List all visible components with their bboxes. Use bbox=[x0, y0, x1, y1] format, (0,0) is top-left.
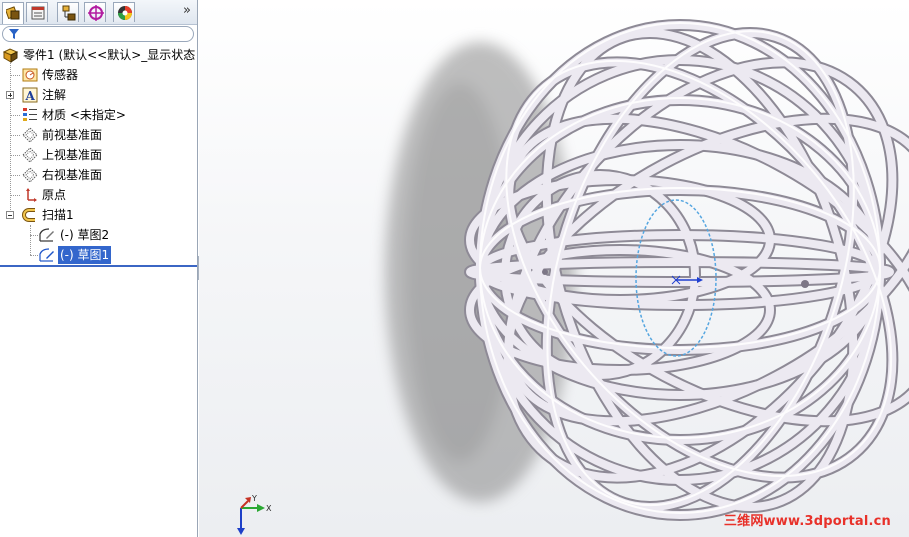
tree-connector bbox=[10, 195, 20, 196]
configuration-manager-tab[interactable] bbox=[57, 2, 79, 22]
tree-connector bbox=[10, 75, 20, 76]
sweep-icon bbox=[22, 208, 35, 222]
display-manager-tab[interactable] bbox=[113, 2, 135, 22]
tree-item-label: 扫描1 bbox=[42, 208, 74, 222]
view-triad[interactable]: Y X bbox=[235, 494, 275, 536]
annotations-icon: A bbox=[22, 87, 38, 103]
tree-root-label: 零件1 (默认<<默认>_显示状态 bbox=[23, 48, 196, 62]
more-tabs-button[interactable]: » bbox=[183, 3, 191, 18]
graphics-area[interactable]: Y X 三维网www.3dportal.cn bbox=[199, 0, 909, 537]
property-manager-tab[interactable] bbox=[26, 2, 48, 22]
watermark-text: 三维网www.3dportal.cn bbox=[723, 514, 891, 529]
tree-connector bbox=[10, 155, 20, 156]
triad-y-label: Y bbox=[251, 494, 257, 503]
origin-icon bbox=[26, 188, 37, 202]
sweep-pole-point bbox=[801, 280, 809, 288]
sketch-icon bbox=[39, 228, 54, 242]
manager-tab-bar: » bbox=[0, 0, 197, 25]
plane-icon bbox=[22, 147, 38, 163]
triad-x-label: X bbox=[266, 504, 272, 513]
model-view bbox=[385, 19, 909, 521]
sweep-pole-point bbox=[542, 269, 548, 275]
feature-manager-tab[interactable] bbox=[2, 2, 24, 24]
sketch-icon bbox=[39, 248, 54, 262]
tree-connector bbox=[10, 63, 11, 216]
plane-icon bbox=[22, 127, 38, 143]
tree-connector bbox=[30, 235, 38, 236]
expand-toggle[interactable] bbox=[6, 91, 14, 99]
tree-item-label: 注解 bbox=[42, 88, 67, 102]
property-manager-icon bbox=[31, 6, 45, 20]
configuration-icon bbox=[62, 5, 76, 21]
feature-tree-icon bbox=[6, 6, 20, 20]
plane-icon bbox=[22, 167, 38, 183]
collapse-toggle[interactable] bbox=[6, 211, 14, 219]
material-icon bbox=[23, 108, 37, 121]
tree-connector bbox=[10, 135, 20, 136]
tree-connector bbox=[30, 225, 31, 255]
dimxpert-icon bbox=[88, 5, 104, 21]
tree-item-label: 传感器 bbox=[42, 68, 79, 82]
filter-icon bbox=[9, 29, 19, 39]
tree-item-label-selected: (-) 草图1 bbox=[58, 246, 112, 264]
dimxpert-manager-tab[interactable] bbox=[84, 2, 106, 22]
tree-connector bbox=[10, 175, 20, 176]
tree-connector bbox=[30, 255, 38, 256]
tree-item-label: 原点 bbox=[42, 188, 67, 202]
tree-item-label: 前视基准面 bbox=[42, 128, 103, 142]
tree-item-label: (-) 草图2 bbox=[60, 228, 110, 242]
tree-item-label: 材质 <未指定> bbox=[42, 108, 126, 122]
display-manager-icon bbox=[118, 6, 132, 20]
tree-connector bbox=[10, 115, 20, 116]
sensor-icon bbox=[22, 68, 38, 82]
part-icon bbox=[3, 48, 19, 63]
tree-filter-input[interactable] bbox=[2, 26, 194, 42]
tree-item-label: 上视基准面 bbox=[42, 148, 103, 162]
tree-item-label: 右视基准面 bbox=[42, 168, 103, 182]
rollback-bar[interactable] bbox=[0, 265, 197, 267]
svg-text:A: A bbox=[25, 89, 36, 103]
feature-manager-panel: » 零件1 (默认<<默认>_显示状态 传感器 A 注解 材质 <未指定> 前视… bbox=[0, 0, 198, 537]
